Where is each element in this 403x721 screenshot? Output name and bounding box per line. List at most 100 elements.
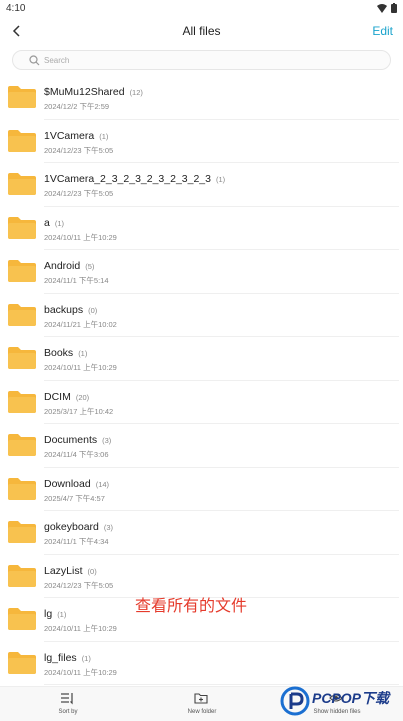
list-item[interactable]: backups (0) 2024/11/21 上午10:02 [0,294,403,337]
overlay-caption: 查看所有的文件 [135,596,248,615]
list-item[interactable]: DCIM (20) 2025/3/17 上午10:42 [0,381,403,424]
folder-icon [8,651,36,674]
folder-icon [8,129,36,152]
wifi-icon [377,3,387,13]
list-item[interactable]: gokeyboard (3) 2024/11/1 下午4:34 [0,511,403,555]
folder-icon [8,390,36,413]
watermark-logo: PCPOP下载 [280,684,403,720]
item-count: (20) [75,392,90,402]
modified-date: 2025/4/7 下午4:57 [44,493,105,503]
folder-name-text: 1VCamera_2_3_2_3_2_3_2_3_2_3 [44,173,211,185]
header: All files Edit [0,18,403,46]
list-item[interactable]: lg_files (1) 2024/10/11 上午10:29 [0,642,403,685]
list-item[interactable]: Download (14) 2025/4/7 下午4:57 [0,468,403,511]
folder-name-text: lg_files [44,651,77,664]
folder-name: lg (1) [44,608,66,620]
new-folder-label: New folder [187,709,217,715]
item-count: (1) [81,653,91,663]
folder-icon [8,608,36,630]
folder-name-text: $MuMu12Shared [44,86,125,98]
folder-icon [8,216,36,239]
search-bar[interactable] [12,50,391,70]
page-title: All files [182,24,221,38]
item-count: (3) [103,523,114,532]
folder-icon [8,303,36,326]
folder-name-text: lg [44,608,53,620]
search-input[interactable] [44,53,364,67]
folder-name-text: DCIM [44,390,71,403]
folder-name-text: 1VCamera [44,129,95,142]
folder-name-text: gokeyboard [44,521,99,533]
item-count: (3) [102,436,112,445]
modified-date: 2024/10/11 上午10:29 [44,667,117,677]
new-folder-icon [194,693,208,704]
folder-name-text: Android [44,260,81,272]
list-item[interactable]: 1VCamera_2_3_2_3_2_3_2_3_2_3 (1) 2024/12/… [0,163,403,207]
item-count: (12) [129,88,143,97]
status-bar: 4:10 [0,0,403,16]
folder-icon [8,347,36,369]
search-icon [29,55,40,66]
folder-name: DCIM (20) [44,391,89,403]
folder-name: Android (5) [44,260,94,272]
battery-icon [391,3,397,13]
list-item[interactable]: Books (1) 2024/10/11 上午10:29 [0,337,403,381]
folder-name-text: Download [44,477,91,490]
folder-name: LazyList (0) [44,565,97,577]
folder-name: 1VCamera_2_3_2_3_2_3_2_3_2_3 (1) [44,173,225,185]
folder-name: gokeyboard (3) [44,521,113,533]
folder-name: a (1) [44,217,64,229]
modified-date: 2024/11/1 下午4:34 [44,537,109,546]
status-time: 4:10 [6,3,26,14]
edit-button[interactable]: Edit [372,24,393,38]
folder-icon [8,260,36,282]
folder-icon [8,521,36,543]
modified-date: 2024/10/11 上午10:29 [44,232,117,242]
item-count: (1) [57,610,67,619]
item-count: (0) [88,305,98,315]
folder-name-text: LazyList [44,564,83,577]
item-count: (14) [95,479,110,489]
folder-icon [8,173,36,195]
item-count: (5) [85,262,95,271]
list-item[interactable]: Documents (3) 2024/11/4 下午3:06 [0,424,403,468]
modified-date: 2024/10/11 上午10:29 [44,363,117,372]
item-count: (1) [99,131,109,141]
modified-date: 2024/11/21 上午10:02 [44,319,117,329]
folder-name-text: Books [44,347,74,359]
modified-date: 2024/11/4 下午3:06 [44,450,109,459]
list-item[interactable]: Android (5) 2024/11/1 下午5:14 [0,250,403,294]
status-icons [377,3,397,13]
folder-icon [8,86,36,108]
folder-icon [8,477,36,500]
folder-name: lg_files (1) [44,652,91,664]
modified-date: 2024/12/23 下午5:05 [44,145,114,155]
folder-name: 1VCamera (1) [44,130,108,142]
watermark-text: PCPOP下载 [312,690,390,706]
list-item[interactable]: a (1) 2024/10/11 上午10:29 [0,207,403,250]
modified-date: 2024/12/23 下午5:05 [44,580,114,590]
modified-date: 2024/12/2 下午2:59 [44,102,110,111]
folder-icon [8,434,36,456]
sort-icon [61,693,73,705]
folder-name: backups (0) [44,304,97,316]
new-folder-button[interactable]: New folder [152,687,252,721]
list-item[interactable]: 1VCamera (1) 2024/12/23 下午5:05 [0,120,403,163]
folder-name: $MuMu12Shared (12) [44,86,143,98]
item-count: (1) [215,175,226,184]
folder-name: Documents (3) [44,434,111,446]
folder-name: Download (14) [44,478,109,490]
list-item[interactable]: $MuMu12Shared (12) 2024/12/2 下午2:59 [0,76,403,120]
folder-name: Books (1) [44,347,87,359]
sort-by-button[interactable]: Sort by [18,687,118,721]
folder-name-text: Documents [44,434,98,446]
modified-date: 2024/10/11 上午10:29 [44,624,117,633]
item-count: (1) [54,218,65,228]
modified-date: 2024/12/23 下午5:05 [44,189,114,198]
folder-name-text: a [44,216,50,229]
folder-name-text: backups [44,303,84,316]
sort-by-label: Sort by [58,709,78,715]
modified-date: 2025/3/17 上午10:42 [44,406,114,416]
watermark-icon [280,686,310,716]
item-count: (1) [78,349,88,358]
